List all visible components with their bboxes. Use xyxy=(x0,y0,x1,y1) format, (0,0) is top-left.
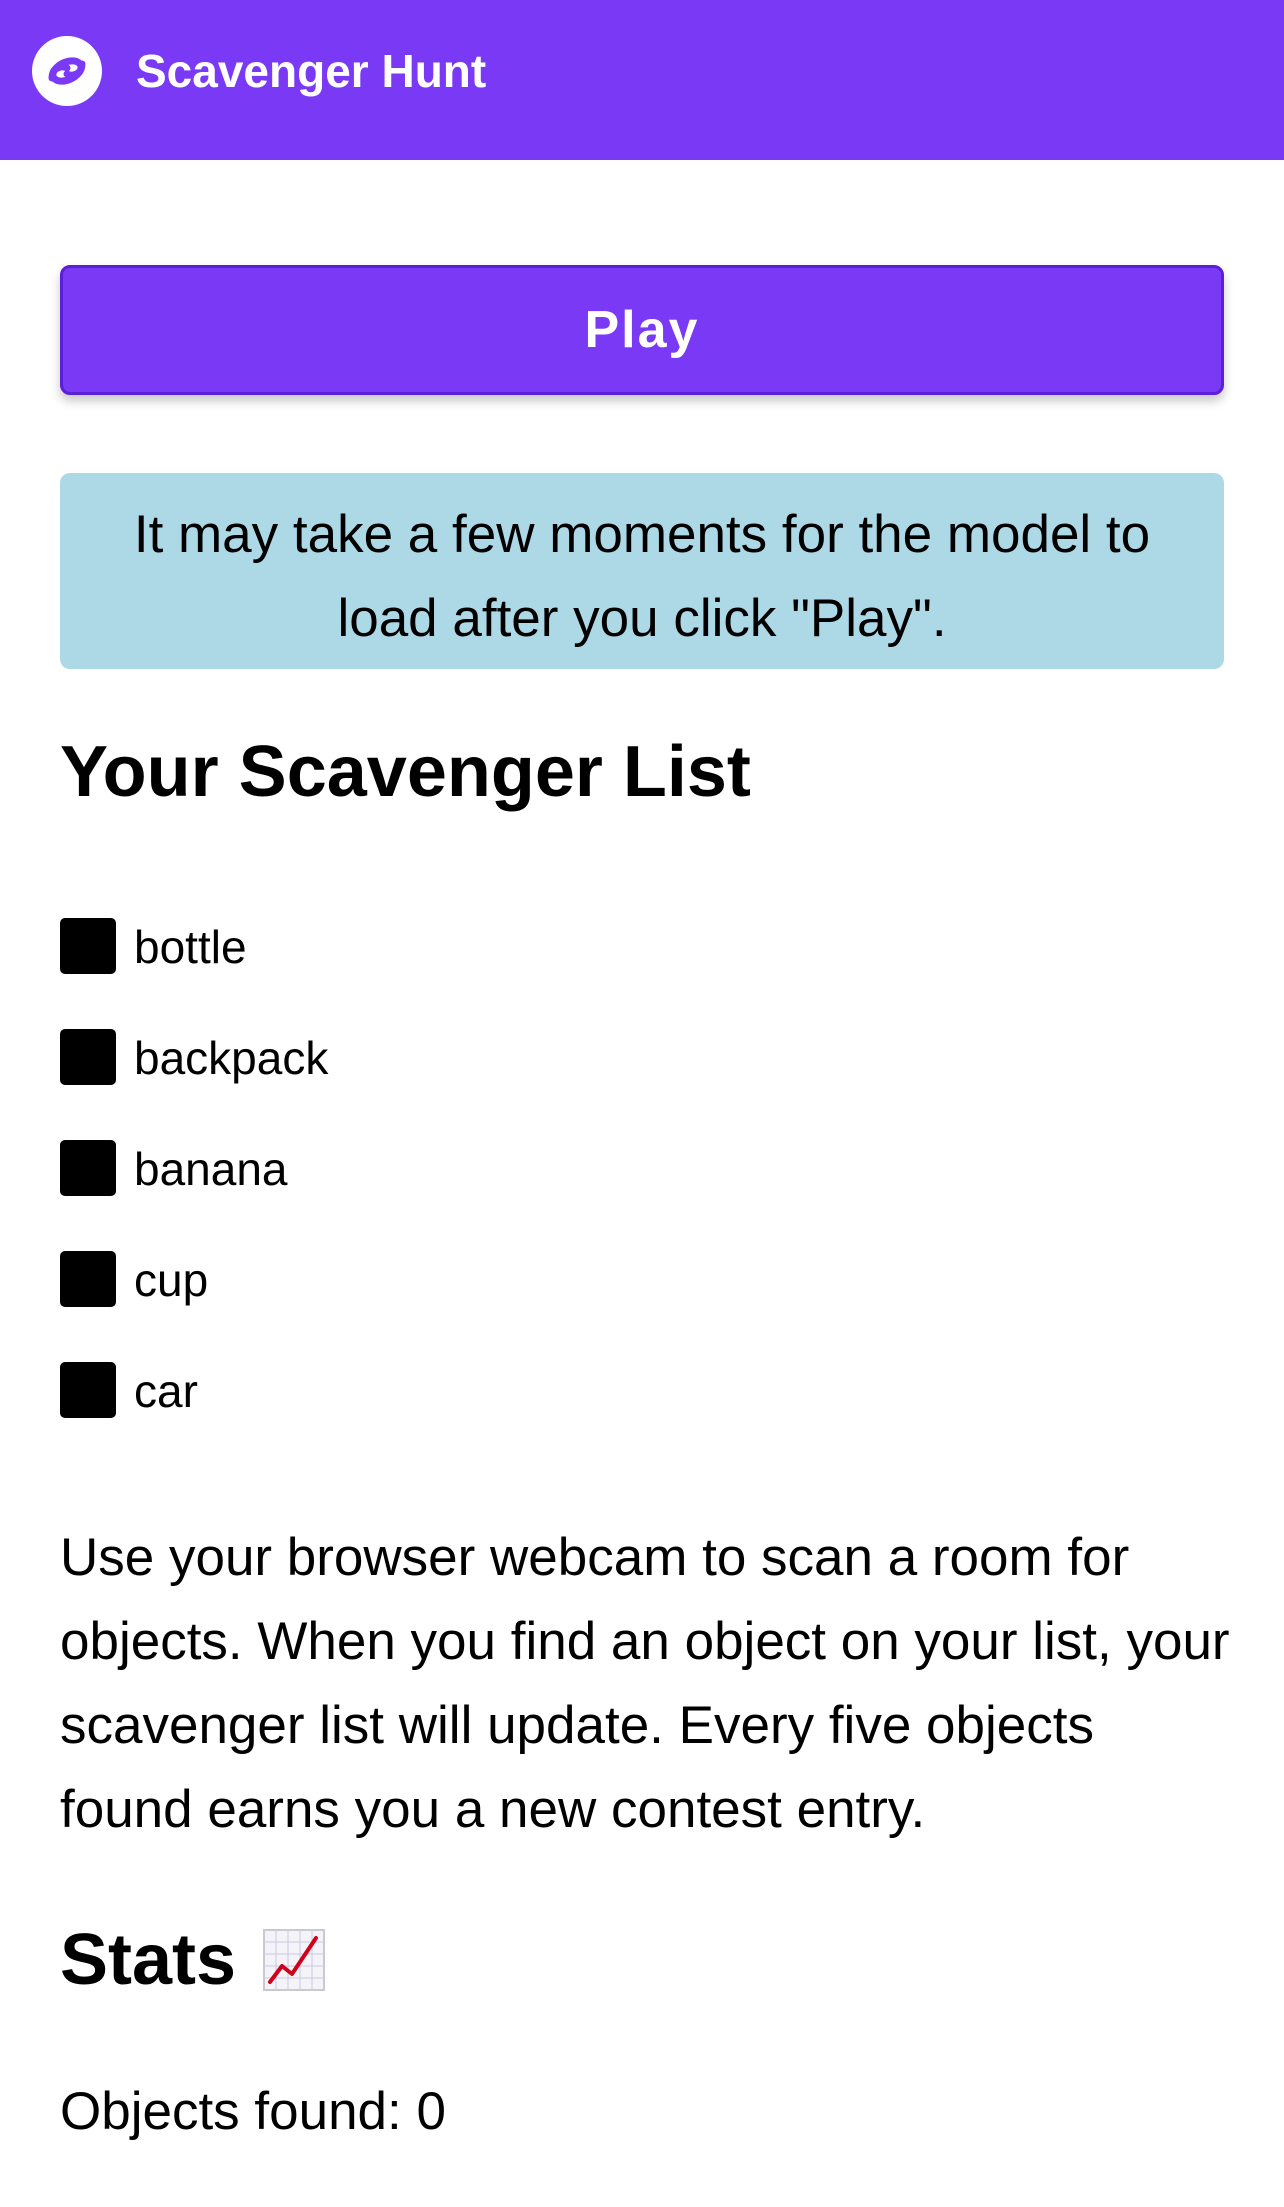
white-square-button-icon xyxy=(60,1029,116,1085)
list-item-label: cup xyxy=(134,1254,209,1306)
scavenger-list-heading: Your Scavenger List xyxy=(60,732,751,812)
info-notice: It may take a few moments for the model … xyxy=(60,473,1224,669)
white-square-button-icon xyxy=(60,1251,116,1307)
roboflow-logo-icon[interactable] xyxy=(30,34,104,108)
white-square-button-icon xyxy=(60,1362,116,1418)
list-item: car xyxy=(60,1358,328,1469)
list-item: backpack xyxy=(60,1025,328,1136)
chart-increasing-icon xyxy=(263,1929,326,1991)
objects-found-count: Objects found: 0 xyxy=(60,2082,446,2141)
instructions-text: Use your browser webcam to scan a room f… xyxy=(60,1528,1230,1839)
play-button[interactable]: Play xyxy=(60,265,1224,395)
white-square-button-icon xyxy=(60,1140,116,1196)
list-item: cup xyxy=(60,1247,328,1358)
list-item-label: backpack xyxy=(134,1032,329,1084)
list-item: banana xyxy=(60,1136,328,1247)
list-item-label: bottle xyxy=(134,921,247,973)
white-square-button-icon xyxy=(60,918,116,974)
list-item-label: banana xyxy=(134,1143,288,1195)
list-item: bottle xyxy=(60,914,328,1025)
stats-heading: Stats xyxy=(60,1918,326,2002)
app-title: Scavenger Hunt xyxy=(136,45,487,97)
app-header: Scavenger Hunt xyxy=(0,0,1284,160)
scavenger-list: bottle backpack banana cup car xyxy=(60,914,328,1469)
list-item-label: car xyxy=(134,1365,198,1417)
stats-heading-label: Stats xyxy=(60,1920,237,2000)
